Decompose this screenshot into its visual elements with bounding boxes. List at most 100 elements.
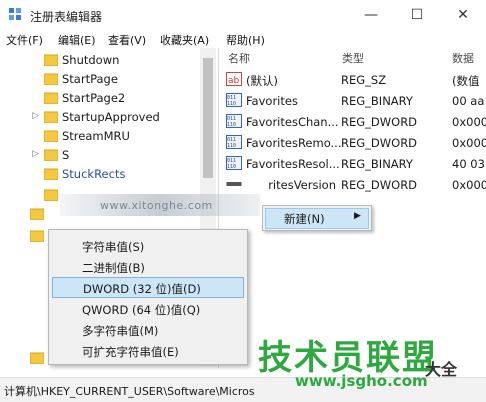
column-header-type[interactable]: 类型 bbox=[342, 50, 364, 66]
tree-item-label: StreamMRU bbox=[62, 129, 130, 143]
tree-item-shutdown[interactable]: Shutdown bbox=[0, 51, 216, 70]
value-data: 0x000 bbox=[452, 136, 486, 150]
context-menu: 新建(N) ▶ bbox=[262, 205, 372, 231]
menu-help[interactable]: 帮助(H) bbox=[226, 32, 265, 48]
value-row[interactable]: 011 110 Favorites REG_BINARY 00 aa bbox=[224, 91, 486, 112]
folder-icon bbox=[43, 92, 59, 105]
submenu-arrow-icon: ▶ bbox=[354, 211, 361, 221]
watermark-logo-url: www.jsgho.com bbox=[295, 372, 428, 390]
menu-item-new[interactable]: 新建(N) ▶ bbox=[265, 208, 369, 229]
svg-text:110: 110 bbox=[227, 164, 236, 170]
binary-value-icon: 011 110 bbox=[226, 156, 242, 170]
value-data: (数值 bbox=[452, 74, 480, 88]
svg-text:ab: ab bbox=[228, 76, 240, 86]
tree-item-startpage[interactable]: StartPage bbox=[0, 70, 216, 89]
submenu-item-label: 多字符串值(M) bbox=[82, 324, 159, 338]
close-button[interactable]: ✕ bbox=[440, 0, 486, 30]
expander-icon[interactable]: ▷ bbox=[32, 149, 39, 159]
string-value-icon: ab bbox=[226, 72, 242, 86]
folder-icon bbox=[29, 352, 45, 365]
tree-item-startpage2[interactable]: StartPage2 bbox=[0, 89, 216, 108]
value-name: ritesVersion bbox=[268, 178, 336, 192]
watermark-url-text: www.xitonghe.com bbox=[100, 199, 213, 212]
folder-icon bbox=[43, 189, 59, 202]
value-name: (默认) bbox=[246, 74, 278, 88]
svg-text:110: 110 bbox=[227, 122, 236, 128]
window-title: 注册表编辑器 bbox=[30, 10, 103, 24]
binary-value-icon: 011 110 bbox=[226, 135, 242, 149]
submenu-item-label: 字符串值(S) bbox=[82, 240, 145, 254]
value-data: 40 03 bbox=[452, 157, 485, 171]
submenu-item-expandable-string-value[interactable]: 可扩充字符串值(E) bbox=[52, 341, 242, 360]
value-row[interactable]: 011 110 FavoritesResol... REG_BINARY 40 0… bbox=[224, 154, 486, 175]
value-type: REG_BINARY bbox=[341, 157, 413, 171]
value-data: 0x000 bbox=[452, 178, 486, 192]
svg-text:110: 110 bbox=[227, 101, 236, 107]
menu-bar: 文件(F) 编辑(E) 查看(V) 收藏夹(A) 帮助(H) bbox=[0, 30, 486, 48]
value-name: FavoritesResol... bbox=[246, 157, 340, 171]
value-type: REG_DWORD bbox=[341, 115, 418, 129]
maximize-button[interactable]: ☐ bbox=[394, 0, 440, 30]
title-bar: 注册表编辑器 — ☐ ✕ bbox=[0, 0, 486, 30]
status-path: 计算机\HKEY_CURRENT_USER\Software\Micros bbox=[4, 385, 255, 398]
registry-editor-window: 注册表编辑器 — ☐ ✕ 文件(F) 编辑(E) 查看(V) 收藏夹(A) 帮助… bbox=[0, 0, 486, 402]
menu-edit[interactable]: 编辑(E) bbox=[58, 32, 96, 48]
menu-favorites[interactable]: 收藏夹(A) bbox=[160, 32, 209, 48]
submenu-item-label: QWORD (64 位)值(Q) bbox=[82, 303, 201, 317]
column-header-data[interactable]: 数据 bbox=[452, 50, 474, 66]
folder-icon bbox=[43, 73, 59, 86]
menu-view[interactable]: 查看(V) bbox=[108, 32, 146, 48]
folder-icon bbox=[29, 230, 45, 243]
submenu-item-binary-value[interactable]: 二进制值(B) bbox=[52, 257, 242, 276]
tree-item-stuckrects[interactable]: StuckRects bbox=[0, 165, 216, 184]
value-row[interactable]: ab (默认) REG_SZ (数值 bbox=[224, 70, 486, 91]
tree-item-label: StartPage bbox=[62, 72, 118, 86]
value-name: FavoritesRemo... bbox=[246, 136, 342, 150]
watermark-logo-suffix: 大全 bbox=[425, 360, 458, 379]
value-row[interactable]: ritesVersion REG_DWORD 0x000 bbox=[224, 175, 486, 196]
submenu-item-dword-value[interactable]: DWORD (32 位)值(D) bbox=[52, 277, 244, 298]
value-type: REG_SZ bbox=[341, 73, 387, 87]
new-submenu: 字符串值(S) 二进制值(B) DWORD (32 位)值(D) QWORD (… bbox=[48, 229, 248, 365]
submenu-item-qword-value[interactable]: QWORD (64 位)值(Q) bbox=[52, 299, 242, 318]
value-row[interactable]: 011 110 FavoritesRemo... REG_DWORD 0x000 bbox=[224, 133, 486, 154]
value-type: REG_DWORD bbox=[341, 178, 418, 192]
svg-text:110: 110 bbox=[227, 143, 236, 149]
value-data: 00 aa bbox=[452, 94, 485, 108]
folder-icon bbox=[43, 149, 59, 162]
value-data: 0x000 bbox=[452, 115, 486, 129]
tree-item-startupapproved[interactable]: ▷ StartupApproved bbox=[0, 108, 216, 127]
value-type: REG_DWORD bbox=[341, 136, 418, 150]
column-header-name[interactable]: 名称 bbox=[228, 50, 250, 66]
tree-item-label: Shutdown bbox=[62, 53, 120, 67]
tree-scrollbar-thumb[interactable] bbox=[203, 58, 213, 178]
submenu-item-label: 可扩充字符串值(E) bbox=[82, 345, 179, 359]
tree-item-label: StartupApproved bbox=[62, 110, 160, 124]
binary-value-icon bbox=[226, 177, 242, 191]
folder-icon bbox=[43, 111, 59, 124]
menu-file[interactable]: 文件(F) bbox=[6, 32, 43, 48]
submenu-item-label: 二进制值(B) bbox=[82, 261, 145, 275]
value-name: Favorites bbox=[246, 94, 298, 108]
tree-item-s[interactable]: ▷ S bbox=[0, 146, 216, 165]
tree-item-label: S bbox=[62, 148, 70, 162]
binary-value-icon: 011 110 bbox=[226, 93, 242, 107]
submenu-item-multi-string-value[interactable]: 多字符串值(M) bbox=[52, 320, 242, 339]
value-name: FavoritesChan... bbox=[246, 115, 339, 129]
binary-value-icon: 011 110 bbox=[226, 114, 242, 128]
tree-item-streammru[interactable]: StreamMRU bbox=[0, 127, 216, 146]
regedit-app-icon bbox=[8, 7, 22, 21]
folder-icon bbox=[43, 54, 59, 67]
folder-icon bbox=[43, 168, 59, 181]
submenu-item-string-value[interactable]: 字符串值(S) bbox=[52, 236, 242, 255]
minimize-button[interactable]: — bbox=[348, 0, 394, 30]
tree-item-label: StuckRects bbox=[62, 167, 126, 181]
expander-icon[interactable]: ▷ bbox=[32, 111, 39, 121]
tree-item-label: StartPage2 bbox=[62, 91, 126, 105]
folder-icon bbox=[29, 208, 45, 221]
folder-icon bbox=[43, 130, 59, 143]
value-type: REG_BINARY bbox=[341, 94, 413, 108]
menu-item-new-label: 新建(N) bbox=[284, 212, 325, 226]
submenu-item-label: DWORD (32 位)值(D) bbox=[83, 282, 201, 296]
value-row[interactable]: 011 110 FavoritesChan... REG_DWORD 0x000 bbox=[224, 112, 486, 133]
